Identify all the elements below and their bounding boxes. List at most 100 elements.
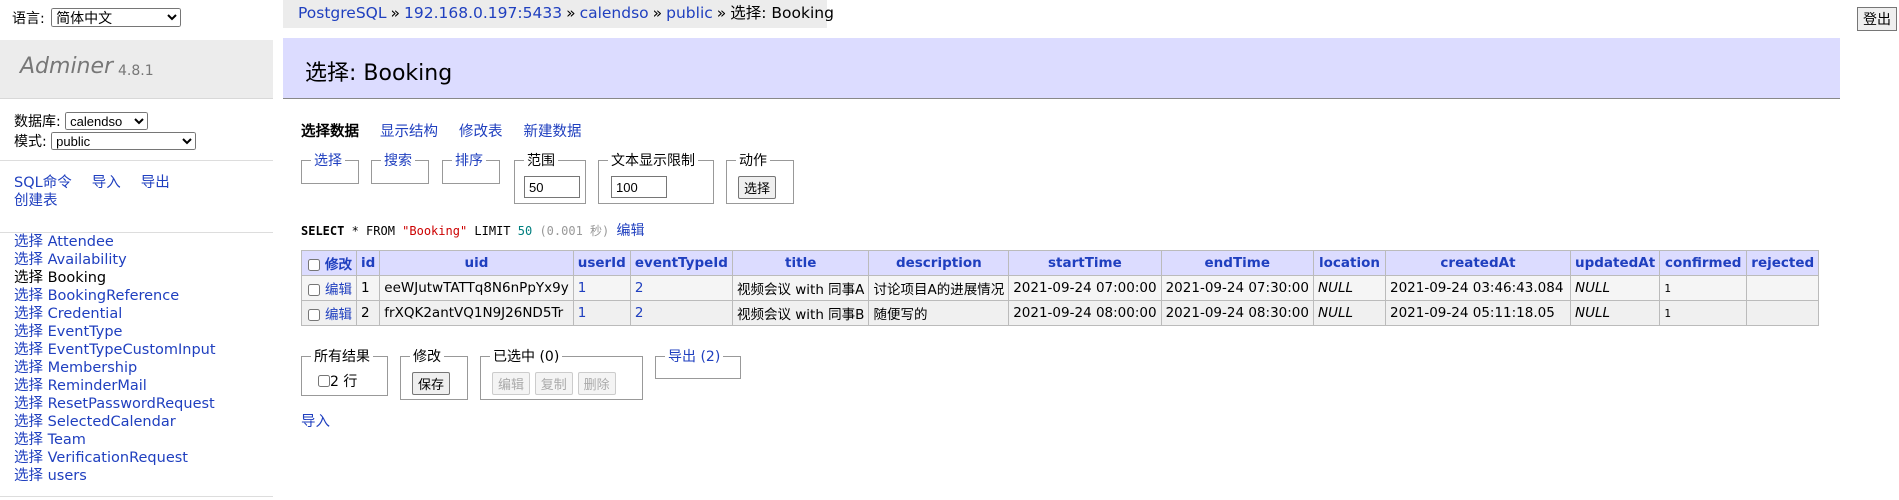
table-select-link[interactable]: 选择 <box>14 306 43 322</box>
action-label: 动作 <box>739 153 767 169</box>
apply-select-button[interactable]: 选择 <box>738 176 777 199</box>
schema-select[interactable]: public <box>51 132 197 150</box>
header-modify-link[interactable]: 修改 <box>325 257 352 273</box>
tab-select-data[interactable]: 选择数据 <box>301 124 359 140</box>
table-name-link[interactable]: SelectedCalendar <box>48 414 176 430</box>
cell-eventtypeid-link[interactable]: 2 <box>635 280 644 296</box>
page-title: 选择: Booking <box>305 61 453 86</box>
tab-alter-table[interactable]: 修改表 <box>459 124 524 140</box>
column-header[interactable]: userId <box>572 250 631 276</box>
breadcrumb-server[interactable]: 192.168.0.197:5433 <box>404 4 562 22</box>
brand-name[interactable]: Adminer <box>20 54 113 79</box>
column-header[interactable]: title <box>731 250 870 276</box>
sort-toggle[interactable]: 排序 <box>455 153 483 169</box>
search-toggle[interactable]: 搜索 <box>384 153 412 169</box>
export-toggle[interactable]: 导出 (2) <box>668 349 720 365</box>
create-table-link[interactable]: 创建表 <box>14 193 58 209</box>
table-select-link[interactable]: 选择 <box>14 252 43 268</box>
table-list-item: 选择 SelectedCalendar <box>14 413 216 431</box>
cell-confirmed: 1 <box>1659 300 1748 326</box>
table-select-link[interactable]: 选择 <box>14 360 43 376</box>
table-list-item: 选择 VerificationRequest <box>14 449 216 467</box>
table-list-item-active: 选择 Booking <box>14 269 216 287</box>
cell-starttime: 2021-09-24 08:00:00 <box>1008 300 1162 326</box>
column-header[interactable]: location <box>1312 250 1386 276</box>
table-select-link[interactable]: 选择 <box>14 414 43 430</box>
delete-selected-button[interactable]: 删除 <box>577 372 616 395</box>
column-header[interactable]: description <box>868 250 1010 276</box>
breadcrumb-schema[interactable]: public <box>666 4 713 22</box>
table-name-link[interactable]: ResetPasswordRequest <box>48 396 215 412</box>
table-name-link[interactable]: EventType <box>48 324 123 340</box>
clone-selected-button[interactable]: 复制 <box>534 372 573 395</box>
table-select-link[interactable]: 选择 <box>14 234 43 250</box>
table-select-link[interactable]: 选择 <box>14 432 43 448</box>
table-name-link[interactable]: Booking <box>48 270 107 286</box>
breadcrumb-db[interactable]: calendso <box>580 4 649 22</box>
table-select-link[interactable]: 选择 <box>14 324 43 340</box>
limit-input[interactable] <box>524 176 580 198</box>
table-name-link[interactable]: BookingReference <box>48 288 180 304</box>
table-name-link[interactable]: ReminderMail <box>48 378 147 394</box>
table-name-link[interactable]: Availability <box>48 252 127 268</box>
column-header[interactable]: startTime <box>1008 250 1162 276</box>
cell-id: 2 <box>355 300 381 326</box>
table-select-link[interactable]: 选择 <box>14 396 43 412</box>
import-link[interactable]: 导入 <box>92 175 121 191</box>
cell-userid-link[interactable]: 1 <box>578 305 587 321</box>
text-length-input[interactable] <box>611 176 667 198</box>
data-table: 修改 id uid userId eventTypeId title descr… <box>301 250 1820 326</box>
cell-rejected <box>1746 300 1820 326</box>
table-list-item: 选择 Team <box>14 431 216 449</box>
table-select-link[interactable]: 选择 <box>14 378 43 394</box>
column-header[interactable]: eventTypeId <box>629 250 733 276</box>
table-list-item: 选择 ResetPasswordRequest <box>14 395 216 413</box>
import-link-main[interactable]: 导入 <box>301 410 330 431</box>
row-edit-link[interactable]: 编辑 <box>325 282 352 298</box>
all-results-checkbox[interactable] <box>318 375 330 387</box>
table-name-link[interactable]: Attendee <box>48 234 114 250</box>
export-link[interactable]: 导出 <box>141 175 170 191</box>
tab-new-item[interactable]: 新建数据 <box>524 124 603 140</box>
table-select-link[interactable]: 选择 <box>14 468 43 484</box>
language-selector: 语言: 简体中文 <box>12 8 182 28</box>
table-name-link[interactable]: users <box>48 468 87 484</box>
row-checkbox[interactable] <box>308 309 320 321</box>
column-header[interactable]: uid <box>379 250 574 276</box>
column-header[interactable]: createdAt <box>1384 250 1571 276</box>
cell-userid-link[interactable]: 1 <box>578 280 587 296</box>
brand-header: Adminer 4.8.1 <box>0 40 273 99</box>
column-header[interactable]: updatedAt <box>1569 250 1661 276</box>
table-name-link[interactable]: Team <box>48 432 86 448</box>
select-all-checkbox[interactable] <box>308 259 320 271</box>
cell-createdat: 2021-09-24 05:11:18.05 <box>1384 300 1571 326</box>
table-name-link[interactable]: EventTypeCustomInput <box>48 342 216 358</box>
row-checkbox[interactable] <box>308 284 320 296</box>
language-select[interactable]: 简体中文 <box>51 8 182 27</box>
table-select-link[interactable]: 选择 <box>14 342 43 358</box>
cell-location: NULL <box>1312 300 1386 326</box>
page-title-bar: 选择: Booking <box>283 38 1840 99</box>
cell-eventtypeid-link[interactable]: 2 <box>635 305 644 321</box>
tab-show-structure[interactable]: 显示结构 <box>380 124 459 140</box>
edit-selected-button[interactable]: 编辑 <box>492 372 531 395</box>
cell-createdat: 2021-09-24 03:46:43.084 <box>1384 275 1571 301</box>
db-select[interactable]: calendso <box>65 112 149 130</box>
save-button[interactable]: 保存 <box>412 372 451 395</box>
table-select-link[interactable]: 选择 <box>14 288 43 304</box>
table-select-link[interactable]: 选择 <box>14 270 43 286</box>
column-header[interactable]: confirmed <box>1659 250 1748 276</box>
logout-button[interactable]: 登出 <box>1857 7 1897 31</box>
column-header[interactable]: id <box>355 250 381 276</box>
breadcrumb-system[interactable]: PostgreSQL <box>298 4 387 22</box>
table-name-link[interactable]: Membership <box>48 360 138 376</box>
select-columns-toggle[interactable]: 选择 <box>314 153 342 169</box>
table-name-link[interactable]: VerificationRequest <box>48 450 188 466</box>
table-name-link[interactable]: Credential <box>48 306 123 322</box>
column-header[interactable]: rejected <box>1746 250 1820 276</box>
row-edit-link[interactable]: 编辑 <box>325 307 352 323</box>
sql-command-link[interactable]: SQL命令 <box>14 175 72 191</box>
table-select-link[interactable]: 选择 <box>14 450 43 466</box>
column-header[interactable]: endTime <box>1160 250 1314 276</box>
edit-sql-link[interactable]: 编辑 <box>616 223 644 239</box>
